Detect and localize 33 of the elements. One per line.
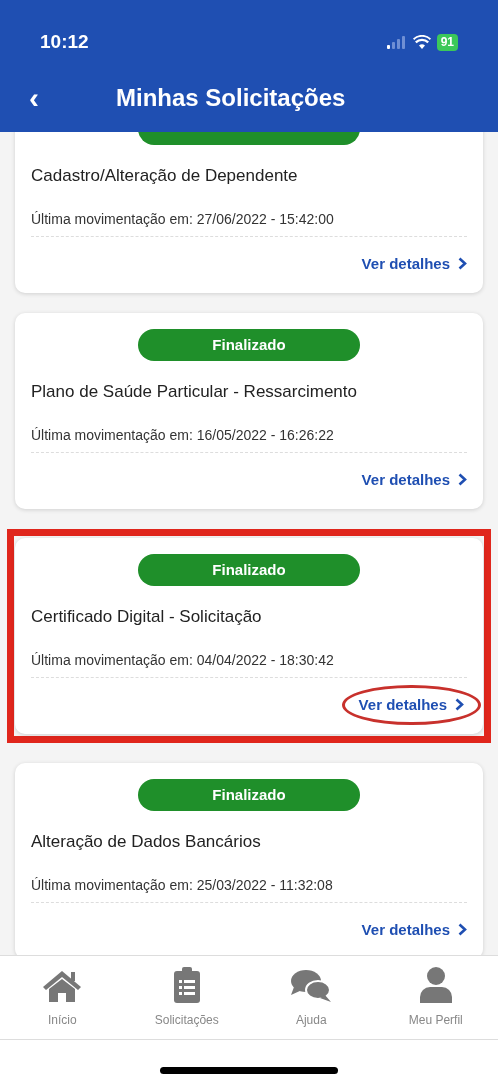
last-update: Última movimentação em: 25/03/2022 - 11:32:08 — [31, 874, 467, 903]
home-icon — [41, 968, 84, 1003]
last-update: Última movimentação em: 16/05/2022 - 16:26:22 — [31, 424, 467, 453]
details-link[interactable]: Ver detalhes — [361, 918, 467, 941]
status-time: 10:12 — [40, 29, 89, 54]
request-title: Certificado Digital - Solicitação — [31, 606, 263, 628]
tab-item[interactable]: Ajuda — [256, 966, 367, 1029]
tab-item[interactable]: Meu Perfil — [380, 966, 491, 1029]
details-link[interactable]: Ver detalhes — [341, 684, 481, 725]
battery-level: 91 — [436, 33, 458, 51]
status-badge: Finalizado — [138, 329, 360, 361]
chevron-icon — [458, 473, 467, 487]
wifi-icon — [412, 35, 431, 49]
chevron-icon — [458, 257, 467, 271]
user-icon — [419, 966, 452, 1003]
chat-bubbles-icon — [290, 968, 333, 1003]
request-title: Alteração de Dados Bancários — [31, 831, 262, 853]
page-title: Minhas Solicitações — [116, 83, 346, 113]
tab-item[interactable]: Solicitações — [131, 966, 242, 1029]
details-link[interactable]: Ver detalhes — [361, 468, 467, 491]
details-link[interactable]: Ver detalhes — [361, 252, 467, 275]
back-button[interactable]: ‹ — [24, 83, 44, 113]
last-update: Última movimentação em: 27/06/2022 - 15:42:00 — [31, 208, 467, 237]
last-update: Última movimentação em: 04/04/2022 - 18:30:42 — [31, 649, 467, 678]
request-title: Plano de Saúde Particular - Ressarcimento — [31, 381, 358, 403]
tab-item[interactable]: Início — [7, 966, 118, 1029]
request-title: Cadastro/Alteração de Dependente — [31, 165, 299, 187]
clipboard-list-icon — [172, 966, 201, 1003]
chevron-icon — [455, 698, 464, 712]
status-badge: Finalizado — [138, 554, 360, 586]
signal-icon — [386, 35, 407, 49]
chevron-icon — [458, 923, 467, 937]
status-badge: Finalizado — [138, 779, 360, 811]
